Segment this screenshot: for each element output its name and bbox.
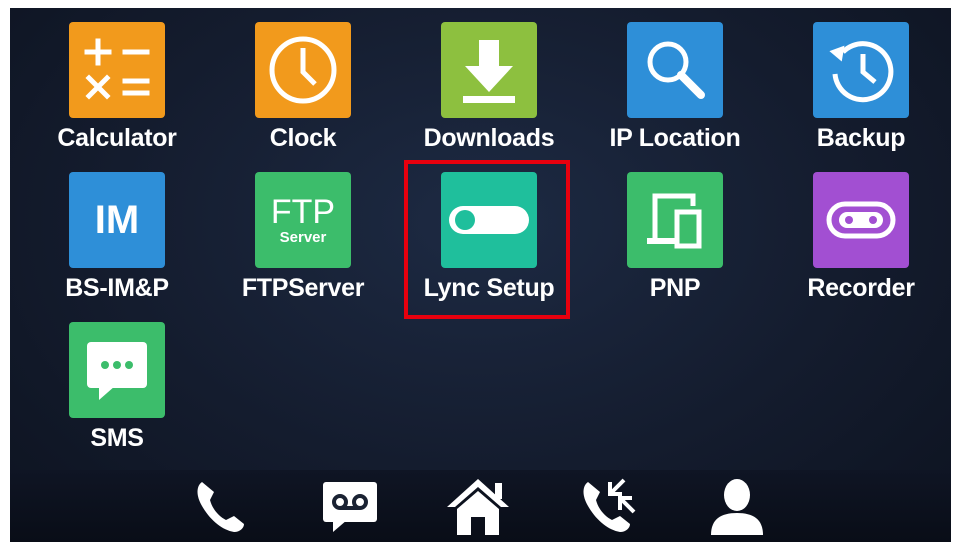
app-label: IP Location — [609, 124, 741, 152]
highlight-box — [404, 160, 570, 319]
app-ftpserver[interactable]: FTP Server FTPServer — [228, 166, 378, 306]
download-icon — [441, 22, 537, 118]
sms-icon — [69, 322, 165, 418]
ftp-icon-text: FTP — [270, 192, 336, 231]
voicemail-icon[interactable] — [315, 474, 385, 538]
recorder-icon — [813, 172, 909, 268]
devices-icon — [627, 172, 723, 268]
app-label: Clock — [269, 124, 337, 152]
app-recorder[interactable]: Recorder — [786, 166, 936, 306]
im-icon: IM — [69, 172, 165, 268]
clock-icon — [255, 22, 351, 118]
app-backup[interactable]: Backup — [786, 16, 936, 156]
app-label: Recorder — [807, 274, 915, 302]
backup-icon — [813, 22, 909, 118]
bottom-dock — [10, 470, 951, 542]
app-downloads[interactable]: Downloads — [414, 16, 564, 156]
app-bs-imp[interactable]: IM BS-IM&P — [42, 166, 192, 306]
app-clock[interactable]: Clock — [228, 16, 378, 156]
app-label: SMS — [90, 424, 144, 452]
ftp-server-icon: FTP Server — [255, 172, 351, 268]
contacts-icon[interactable] — [702, 474, 772, 538]
app-pnp[interactable]: PNP — [600, 166, 750, 306]
app-label: Backup — [816, 124, 906, 152]
app-launcher-screen: Calculator Clock Downloads IP Location B… — [10, 8, 951, 542]
app-label: PNP — [649, 274, 701, 302]
phone-icon[interactable] — [185, 474, 255, 538]
call-history-icon[interactable] — [573, 474, 643, 538]
app-label: FTPServer — [241, 274, 365, 302]
app-calculator[interactable]: Calculator — [42, 16, 192, 156]
home-icon[interactable] — [443, 474, 513, 538]
app-sms[interactable]: SMS — [42, 316, 192, 456]
app-label: BS-IM&P — [65, 274, 169, 302]
app-label: Calculator — [57, 124, 177, 152]
im-icon-text: IM — [94, 197, 140, 242]
app-label: Downloads — [423, 124, 555, 152]
ip-location-icon — [627, 22, 723, 118]
app-ip-location[interactable]: IP Location — [600, 16, 750, 156]
ftp-icon-subtext: Server — [279, 228, 327, 246]
calculator-icon — [69, 22, 165, 118]
